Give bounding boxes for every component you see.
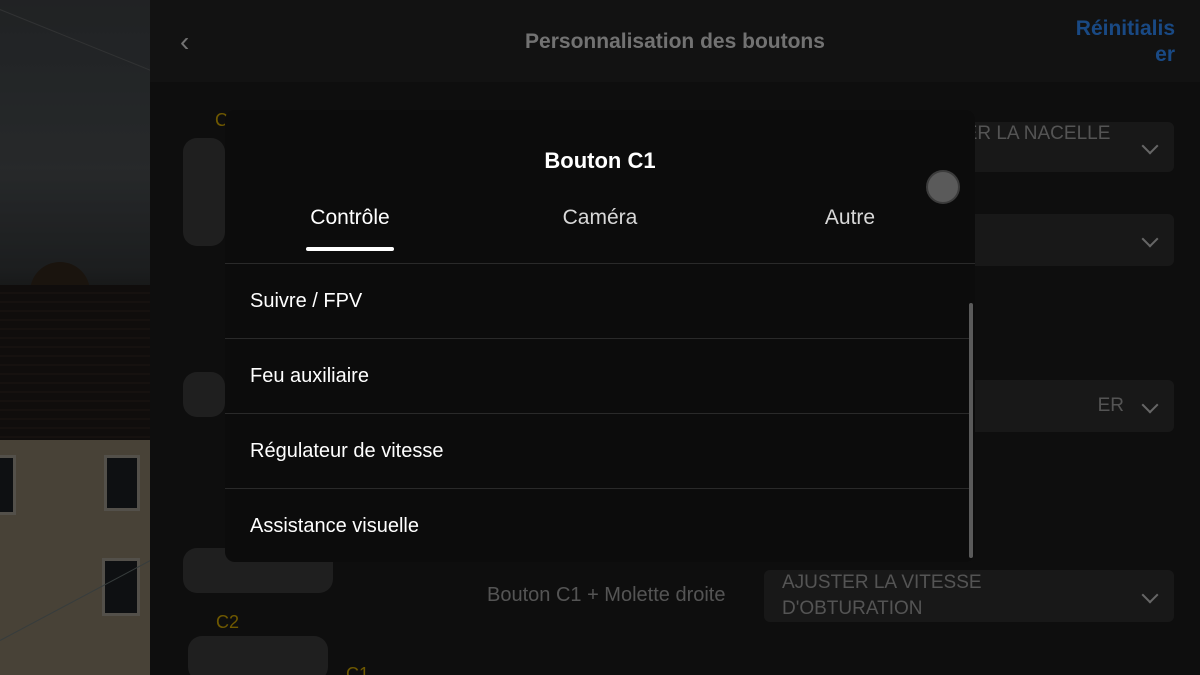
dialog-title: Bouton C1 — [544, 148, 656, 173]
tab-control[interactable]: Contrôle — [225, 206, 475, 230]
option-vision-assist[interactable]: Assistance visuelle — [225, 489, 973, 562]
option-follow-fpv[interactable]: Suivre / FPV — [225, 264, 973, 339]
assistive-touch-icon[interactable] — [926, 170, 960, 204]
scrollbar[interactable] — [969, 303, 973, 558]
button-function-dialog: Bouton C1 Contrôle Caméra Autre Suivre /… — [225, 110, 975, 562]
tab-other[interactable]: Autre — [725, 206, 975, 230]
option-auxiliary-light[interactable]: Feu auxiliaire — [225, 339, 973, 414]
tab-camera[interactable]: Caméra — [475, 206, 725, 230]
active-tab-indicator — [306, 247, 394, 251]
option-cruise-control[interactable]: Régulateur de vitesse — [225, 414, 973, 489]
